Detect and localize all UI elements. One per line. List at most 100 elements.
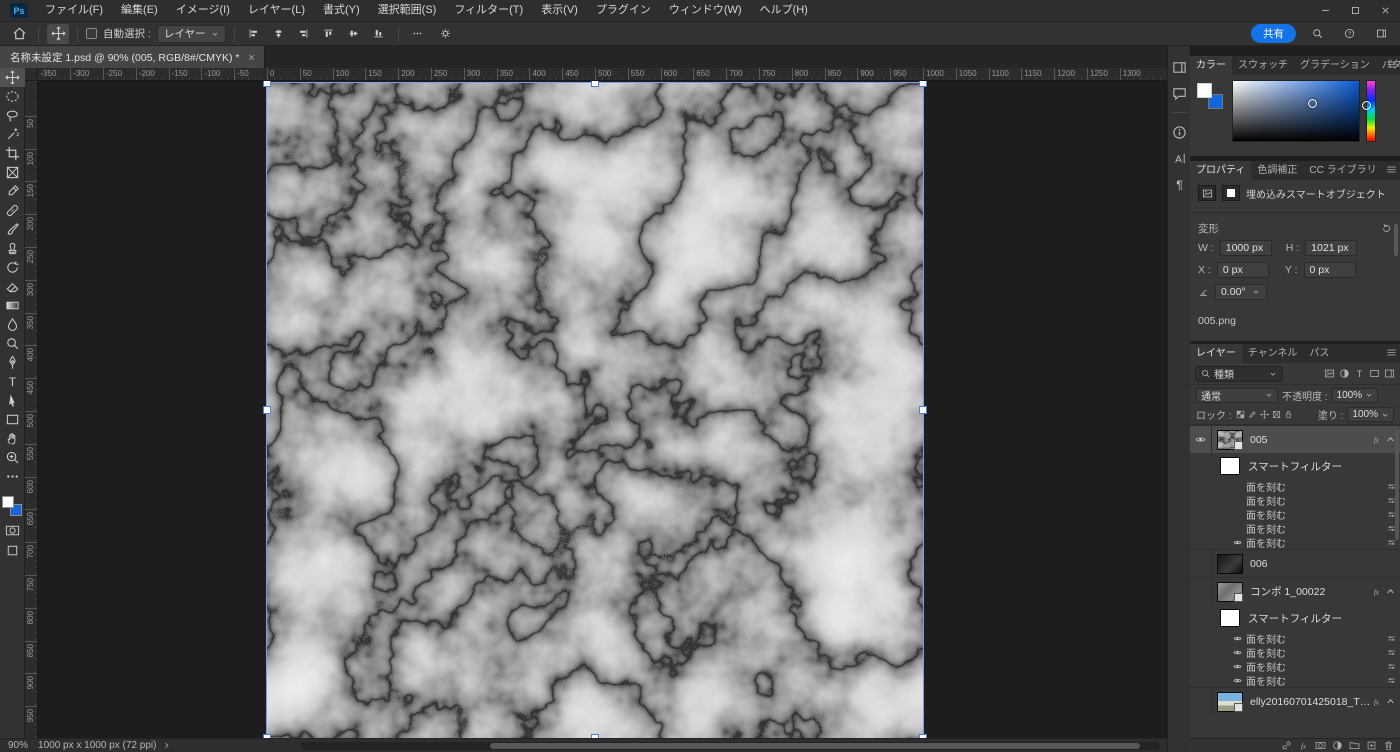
comments-panel-icon[interactable] (1168, 80, 1191, 106)
auto-select-target-select[interactable]: レイヤー (157, 25, 226, 43)
healing-brush-tool[interactable] (0, 201, 25, 220)
color-tab-1[interactable]: スウォッチ (1232, 56, 1294, 75)
close-button[interactable] (1370, 0, 1400, 21)
angle-field[interactable]: 0.00° (1215, 284, 1267, 300)
blend-mode-select[interactable]: 通常 (1196, 388, 1278, 403)
new-layer-icon[interactable] (1366, 740, 1377, 751)
zoom-level[interactable]: 90% (8, 740, 28, 751)
eye-icon[interactable] (1228, 659, 1246, 673)
eye-empty[interactable] (1190, 688, 1212, 715)
lock-position-icon[interactable] (1260, 410, 1269, 419)
character-panel-icon[interactable] (1168, 145, 1191, 171)
align-center-vertical-icon[interactable] (343, 24, 365, 44)
filter-type-layers-icon[interactable] (1354, 368, 1365, 379)
eye-icon[interactable] (1228, 645, 1246, 659)
properties-tab-2[interactable]: CC ライブラリ (1303, 161, 1382, 180)
share-button[interactable]: 共有 (1251, 24, 1296, 43)
maximize-button[interactable] (1340, 0, 1370, 21)
close-tab-icon[interactable] (247, 53, 256, 62)
workspace-switcher-icon[interactable] (1370, 24, 1392, 44)
layer-style-fx-icon[interactable] (1298, 740, 1309, 751)
filter-blending-options-icon[interactable] (1387, 634, 1396, 643)
settings-gear-icon[interactable] (435, 24, 457, 44)
document-tab[interactable]: 名称未設定 1.psd @ 90% (005, RGB/8#/CMYK) * (0, 46, 265, 68)
clone-stamp-tool[interactable] (0, 239, 25, 258)
rectangle-tool[interactable] (0, 410, 25, 429)
transform-handle-top-right[interactable] (919, 81, 927, 87)
color-field[interactable] (1232, 80, 1360, 142)
foreground-color-swatch[interactable] (2, 496, 14, 508)
eye-empty[interactable] (1190, 550, 1212, 577)
properties-tab-1[interactable]: 色調補正 (1251, 161, 1303, 180)
smart-filter-row[interactable]: 面を刻む (1190, 631, 1400, 645)
filter-blending-options-icon[interactable] (1387, 648, 1396, 657)
more-options-icon[interactable] (407, 24, 429, 44)
menu-item[interactable]: フィルター(T) (445, 0, 532, 21)
properties-scrollbar-thumb[interactable] (1394, 224, 1398, 256)
smart-filter-row[interactable]: 面を刻む (1190, 493, 1400, 507)
paragraph-panel-icon[interactable] (1168, 171, 1191, 197)
smart-filter-row[interactable]: 面を刻む (1190, 507, 1400, 521)
layer-row[interactable]: 005 (1190, 425, 1400, 453)
align-right-icon[interactable] (293, 24, 315, 44)
layer-row[interactable]: コンポ 1_00022 (1190, 577, 1400, 605)
filter-shape-layers-icon[interactable] (1369, 368, 1380, 379)
color-fg-bg-swatches[interactable] (1197, 83, 1223, 109)
gradient-tool[interactable] (0, 296, 25, 315)
menu-item[interactable]: レイヤー(L) (239, 0, 314, 21)
brush-tool[interactable] (0, 220, 25, 239)
align-center-horizontal-icon[interactable] (268, 24, 290, 44)
eye-empty[interactable] (1228, 507, 1246, 521)
smart-filter-row[interactable]: 面を刻む (1190, 645, 1400, 659)
hue-slider-handle[interactable] (1362, 101, 1371, 110)
eye-icon[interactable] (1228, 535, 1246, 549)
add-layer-mask-icon[interactable] (1315, 740, 1326, 751)
ruler-left[interactable]: 5010015020025030035040045050055060065070… (25, 81, 38, 738)
ruler-top[interactable]: -350-300-250-200-150-100-500501001502002… (38, 68, 1167, 81)
smart-filter-row[interactable]: 面を刻む (1190, 521, 1400, 535)
link-layers-icon[interactable] (1281, 740, 1292, 751)
marquee-tool[interactable] (0, 87, 25, 106)
eraser-tool[interactable] (0, 277, 25, 296)
dodge-tool[interactable] (0, 334, 25, 353)
color-panel-menu-icon[interactable] (1386, 59, 1397, 70)
layers-tab-1[interactable]: チャンネル (1242, 344, 1304, 363)
libraries-panel-icon[interactable] (1168, 54, 1191, 80)
filter-blending-options-icon[interactable] (1387, 662, 1396, 671)
align-top-icon[interactable] (318, 24, 340, 44)
menu-item[interactable]: 選択範囲(S) (369, 0, 446, 21)
zoom-tool[interactable] (0, 448, 25, 467)
eye-empty[interactable] (1228, 479, 1246, 493)
lasso-tool[interactable] (0, 106, 25, 125)
type-tool[interactable] (0, 372, 25, 391)
transform-handle-top-middle[interactable] (591, 81, 599, 87)
height-field[interactable]: 1021 px (1305, 240, 1357, 256)
ruler-corner[interactable] (25, 68, 38, 81)
menu-item[interactable]: イメージ(I) (167, 0, 239, 21)
smart-filter-header-row[interactable]: スマートフィルター (1190, 605, 1400, 631)
adjustment-layer-icon[interactable] (1332, 740, 1343, 751)
home-icon[interactable] (8, 24, 30, 44)
menu-item[interactable]: ヘルプ(H) (751, 0, 817, 21)
properties-panel-menu-icon[interactable] (1386, 164, 1397, 175)
y-field[interactable]: 0 px (1304, 262, 1356, 278)
smart-filter-row[interactable]: 面を刻む (1190, 479, 1400, 493)
document-canvas[interactable] (267, 83, 923, 738)
color-tab-0[interactable]: カラー (1190, 56, 1232, 75)
align-left-icon[interactable] (243, 24, 265, 44)
smart-filter-header-row[interactable]: スマートフィルター (1190, 453, 1400, 479)
align-bottom-icon[interactable] (368, 24, 390, 44)
collapse-smart-filters-icon[interactable] (1385, 696, 1396, 707)
transform-handle-top-left[interactable] (263, 81, 271, 87)
width-field[interactable]: 1000 px (1220, 240, 1272, 256)
fill-select[interactable]: 100% (1347, 407, 1394, 422)
color-field-cursor[interactable] (1308, 99, 1317, 108)
delete-layer-icon[interactable] (1383, 740, 1394, 751)
lock-image-pixels-icon[interactable] (1248, 410, 1257, 419)
layer-row[interactable]: 006 (1190, 549, 1400, 577)
eye-empty[interactable] (1190, 578, 1212, 605)
opacity-select[interactable]: 100% (1332, 388, 1379, 403)
minimize-button[interactable] (1310, 0, 1340, 21)
menu-item[interactable]: 編集(E) (112, 0, 167, 21)
foreground-background-swatches[interactable] (2, 496, 22, 516)
